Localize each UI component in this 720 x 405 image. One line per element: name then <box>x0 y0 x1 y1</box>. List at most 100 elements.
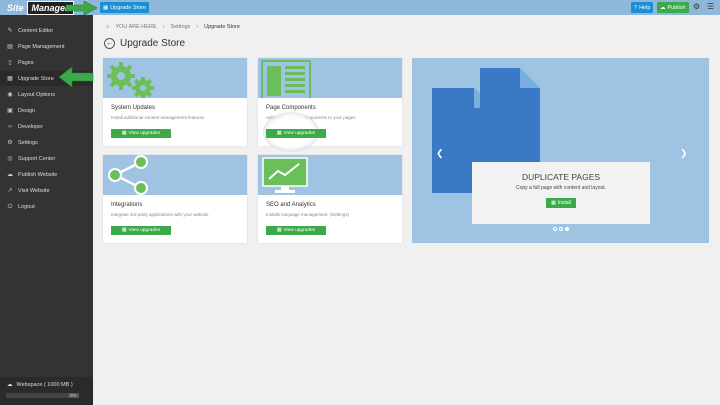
sidebar-item-logout[interactable]: ⏻ Logout <box>0 199 93 214</box>
sidebar-item-label: Layout Options <box>18 91 55 98</box>
site-manager-logo[interactable]: Site Manager <box>4 0 74 15</box>
upgrade-store-top-label: Upgrade Store <box>110 4 146 11</box>
sidebar-item-label: Developer <box>18 123 44 130</box>
install-button[interactable]: ▦ Install <box>546 198 576 208</box>
lifebuoy-icon: ◎ <box>7 155 13 162</box>
card-description: Integrate 3rd party applications with yo… <box>111 212 209 217</box>
cloud-upload-icon: ☁ <box>660 4 666 11</box>
sidebar-item-publish-website[interactable]: ☁ Publish Website <box>0 167 93 182</box>
card-integrations: Integrations Integrate 3rd party applica… <box>103 155 247 243</box>
upgrade-store-top-button[interactable]: ▦ Upgrade Store <box>100 2 149 13</box>
eye-icon: ◉ <box>7 91 13 98</box>
gears-icon <box>107 62 154 98</box>
grid-icon: ▦ <box>103 4 109 11</box>
sidebar-item-developer[interactable]: ‹› Developer <box>0 119 93 134</box>
cloud-icon: ☁ <box>7 171 13 178</box>
sidebar-item-visit-website[interactable]: ↗ Visit Website <box>0 183 93 198</box>
external-link-icon: ↗ <box>7 187 13 194</box>
workspace-percent: 0% <box>68 393 79 398</box>
card-image <box>103 155 247 195</box>
card-title: SEO and Analytics <box>266 202 316 208</box>
logo-site-text: Site <box>7 2 24 13</box>
carousel-dots <box>553 227 569 231</box>
carousel-dot[interactable] <box>553 227 557 231</box>
sidebar-item-label: Visit Website <box>18 187 50 194</box>
featured-carousel: ❮ ❯ DUPLICATE PAGES Copy a full page wit… <box>412 58 709 243</box>
grid-icon: ▦ <box>121 228 127 233</box>
breadcrumb-current: Upgrade Store <box>204 24 240 30</box>
card-title: Integrations <box>111 202 143 208</box>
workspace-label: Webspace ( 1000 MB ) <box>16 382 73 388</box>
breadcrumb: ⌂ YOU ARE HERE › Settings › Upgrade Stor… <box>106 24 240 30</box>
cloud-icon: ☁ <box>7 382 13 388</box>
page-title: ← Upgrade Store <box>104 38 185 49</box>
sidebar-item-support-center[interactable]: ◎ Support Center <box>0 151 93 166</box>
sidebar-item-label: Support Center <box>18 155 56 162</box>
settings-gear-icon[interactable]: ⚙ <box>693 2 700 11</box>
top-bar: Site Manager ▦ Upgrade Store ? Help ☁ Pu… <box>0 0 720 15</box>
sidebar-item-content-editor[interactable]: ✎ Content Editor <box>0 23 93 38</box>
sidebar-item-label: Settings <box>18 139 38 146</box>
view-upgrades-button[interactable]: ▦ View upgrades <box>266 226 326 235</box>
annotation-arrow-sidebar <box>58 66 94 88</box>
grid-icon: ▦ <box>276 228 282 233</box>
card-title: Page Components <box>266 105 316 111</box>
sidebar-item-label: Page Management <box>18 43 65 50</box>
gear-icon: ⚙ <box>7 139 13 146</box>
workspace-footer: ☁ Webspace ( 1000 MB ) 0% <box>0 377 93 405</box>
button-label: View upgrades <box>128 228 161 233</box>
view-upgrades-button[interactable]: ▦ View upgrades <box>111 129 171 138</box>
sidebar-item-label: Publish Website <box>18 171 58 178</box>
grid-icon: ▦ <box>121 131 127 136</box>
page-title-text: Upgrade Store <box>120 38 186 49</box>
sidebar-item-design[interactable]: ▣ Design <box>0 103 93 118</box>
workspace-progress-bar <box>6 393 76 398</box>
file-icon: ▯ <box>8 59 12 66</box>
button-label: View upgrades <box>283 228 316 233</box>
help-button[interactable]: ? Help <box>631 2 654 13</box>
sidebar-item-label: Design <box>18 107 36 114</box>
sidebar-item-label: Upgrade Store <box>18 75 54 82</box>
carousel-caption: DUPLICATE PAGES Copy a full page with co… <box>472 162 650 224</box>
sidebar-item-label: Content Editor <box>18 27 54 34</box>
grid-icon: ▦ <box>7 75 13 82</box>
carousel-dot[interactable] <box>559 227 563 231</box>
card-description: Installs language management. (Settings) <box>266 212 350 217</box>
card-image <box>258 58 402 98</box>
carousel-dot-active[interactable] <box>565 227 569 231</box>
carousel-next-icon[interactable]: ❯ <box>680 148 688 159</box>
breadcrumb-settings[interactable]: Settings <box>170 24 190 30</box>
home-icon[interactable]: ⌂ <box>106 24 109 30</box>
back-arrow-icon[interactable]: ← <box>104 38 115 49</box>
card-image <box>103 58 247 98</box>
carousel-prev-icon[interactable]: ❮ <box>436 148 444 159</box>
view-upgrades-button[interactable]: ▦ View upgrades <box>111 226 171 235</box>
workspace-usage: ☁ Webspace ( 1000 MB ) <box>7 382 73 388</box>
sidebar-item-settings[interactable]: ⚙ Settings <box>0 135 93 150</box>
button-label: View upgrades <box>283 131 316 136</box>
file-icon: ▤ <box>7 43 13 50</box>
carousel-title: DUPLICATE PAGES <box>521 172 601 182</box>
sidebar-item-layout-options[interactable]: ◉ Layout Options <box>0 87 93 102</box>
grid-icon: ▦ <box>551 200 556 206</box>
card-description: Add extra content components to your pag… <box>266 115 356 120</box>
document-layout-icon <box>261 60 311 98</box>
chevron-right-icon: › <box>196 24 199 30</box>
image-icon: ▣ <box>7 107 13 114</box>
sidebar-item-page-management[interactable]: ▤ Page Management <box>0 39 93 54</box>
sidebar-item-label: Pages <box>18 59 34 66</box>
view-upgrades-button-highlighted[interactable]: ▦ View upgrades <box>266 129 326 138</box>
sidebar-item-label: Logout <box>18 203 35 210</box>
carousel-description: Copy a full page with content and layout… <box>515 185 607 191</box>
publish-button[interactable]: ☁ Publish <box>657 2 689 13</box>
card-description: Install additional content management fe… <box>111 115 205 120</box>
card-title: System Updates <box>111 105 156 111</box>
annotation-arrow-top <box>66 1 98 15</box>
menu-icon[interactable]: ☰ <box>707 2 714 11</box>
pencil-icon: ✎ <box>7 27 13 34</box>
monitor-chart-icon <box>262 157 308 193</box>
code-icon: ‹› <box>8 123 12 130</box>
share-icon <box>108 155 148 195</box>
breadcrumb-you-are-here: YOU ARE HERE <box>115 24 157 30</box>
card-system-updates: System Updates Install additional conten… <box>103 58 247 146</box>
